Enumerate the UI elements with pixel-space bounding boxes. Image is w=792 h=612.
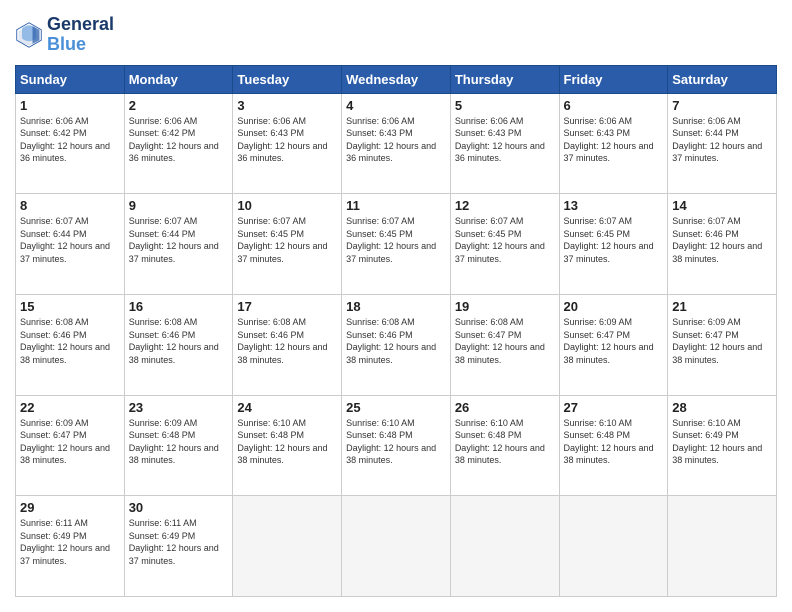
calendar-cell: 30Sunrise: 6:11 AMSunset: 6:49 PMDayligh… <box>124 496 233 597</box>
calendar-cell: 13Sunrise: 6:07 AMSunset: 6:45 PMDayligh… <box>559 194 668 295</box>
calendar-cell: 5Sunrise: 6:06 AMSunset: 6:43 PMDaylight… <box>450 93 559 194</box>
calendar-cell: 15Sunrise: 6:08 AMSunset: 6:46 PMDayligh… <box>16 294 125 395</box>
calendar-cell: 9Sunrise: 6:07 AMSunset: 6:44 PMDaylight… <box>124 194 233 295</box>
col-monday: Monday <box>124 65 233 93</box>
calendar-cell <box>559 496 668 597</box>
calendar-cell: 29Sunrise: 6:11 AMSunset: 6:49 PMDayligh… <box>16 496 125 597</box>
calendar-cell: 8Sunrise: 6:07 AMSunset: 6:44 PMDaylight… <box>16 194 125 295</box>
calendar-cell: 10Sunrise: 6:07 AMSunset: 6:45 PMDayligh… <box>233 194 342 295</box>
calendar-cell: 24Sunrise: 6:10 AMSunset: 6:48 PMDayligh… <box>233 395 342 496</box>
calendar-cell: 26Sunrise: 6:10 AMSunset: 6:48 PMDayligh… <box>450 395 559 496</box>
calendar-cell: 12Sunrise: 6:07 AMSunset: 6:45 PMDayligh… <box>450 194 559 295</box>
col-thursday: Thursday <box>450 65 559 93</box>
calendar-cell <box>233 496 342 597</box>
calendar-cell: 6Sunrise: 6:06 AMSunset: 6:43 PMDaylight… <box>559 93 668 194</box>
calendar-cell <box>342 496 451 597</box>
calendar-cell <box>668 496 777 597</box>
calendar-table: Sunday Monday Tuesday Wednesday Thursday… <box>15 65 777 597</box>
calendar-cell: 20Sunrise: 6:09 AMSunset: 6:47 PMDayligh… <box>559 294 668 395</box>
logo-text: GeneralBlue <box>47 15 114 55</box>
calendar-cell: 11Sunrise: 6:07 AMSunset: 6:45 PMDayligh… <box>342 194 451 295</box>
calendar-cell: 18Sunrise: 6:08 AMSunset: 6:46 PMDayligh… <box>342 294 451 395</box>
calendar-cell: 2Sunrise: 6:06 AMSunset: 6:42 PMDaylight… <box>124 93 233 194</box>
calendar-cell: 22Sunrise: 6:09 AMSunset: 6:47 PMDayligh… <box>16 395 125 496</box>
calendar-cell: 27Sunrise: 6:10 AMSunset: 6:48 PMDayligh… <box>559 395 668 496</box>
calendar-header-row: Sunday Monday Tuesday Wednesday Thursday… <box>16 65 777 93</box>
calendar-cell: 4Sunrise: 6:06 AMSunset: 6:43 PMDaylight… <box>342 93 451 194</box>
calendar-cell: 3Sunrise: 6:06 AMSunset: 6:43 PMDaylight… <box>233 93 342 194</box>
calendar-cell <box>450 496 559 597</box>
calendar-cell: 14Sunrise: 6:07 AMSunset: 6:46 PMDayligh… <box>668 194 777 295</box>
col-saturday: Saturday <box>668 65 777 93</box>
logo: GeneralBlue <box>15 15 114 55</box>
calendar-cell: 23Sunrise: 6:09 AMSunset: 6:48 PMDayligh… <box>124 395 233 496</box>
week-row-5: 29Sunrise: 6:11 AMSunset: 6:49 PMDayligh… <box>16 496 777 597</box>
calendar-cell: 21Sunrise: 6:09 AMSunset: 6:47 PMDayligh… <box>668 294 777 395</box>
calendar-cell: 28Sunrise: 6:10 AMSunset: 6:49 PMDayligh… <box>668 395 777 496</box>
calendar-cell: 25Sunrise: 6:10 AMSunset: 6:48 PMDayligh… <box>342 395 451 496</box>
calendar-cell: 7Sunrise: 6:06 AMSunset: 6:44 PMDaylight… <box>668 93 777 194</box>
week-row-4: 22Sunrise: 6:09 AMSunset: 6:47 PMDayligh… <box>16 395 777 496</box>
page: GeneralBlue Sunday Monday Tuesday Wednes… <box>0 0 792 612</box>
calendar-cell: 19Sunrise: 6:08 AMSunset: 6:47 PMDayligh… <box>450 294 559 395</box>
week-row-2: 8Sunrise: 6:07 AMSunset: 6:44 PMDaylight… <box>16 194 777 295</box>
col-sunday: Sunday <box>16 65 125 93</box>
col-friday: Friday <box>559 65 668 93</box>
header: GeneralBlue <box>15 15 777 55</box>
general-blue-logo-icon <box>15 21 43 49</box>
calendar-cell: 16Sunrise: 6:08 AMSunset: 6:46 PMDayligh… <box>124 294 233 395</box>
col-wednesday: Wednesday <box>342 65 451 93</box>
week-row-1: 1Sunrise: 6:06 AMSunset: 6:42 PMDaylight… <box>16 93 777 194</box>
week-row-3: 15Sunrise: 6:08 AMSunset: 6:46 PMDayligh… <box>16 294 777 395</box>
col-tuesday: Tuesday <box>233 65 342 93</box>
calendar-cell: 17Sunrise: 6:08 AMSunset: 6:46 PMDayligh… <box>233 294 342 395</box>
calendar-cell: 1Sunrise: 6:06 AMSunset: 6:42 PMDaylight… <box>16 93 125 194</box>
